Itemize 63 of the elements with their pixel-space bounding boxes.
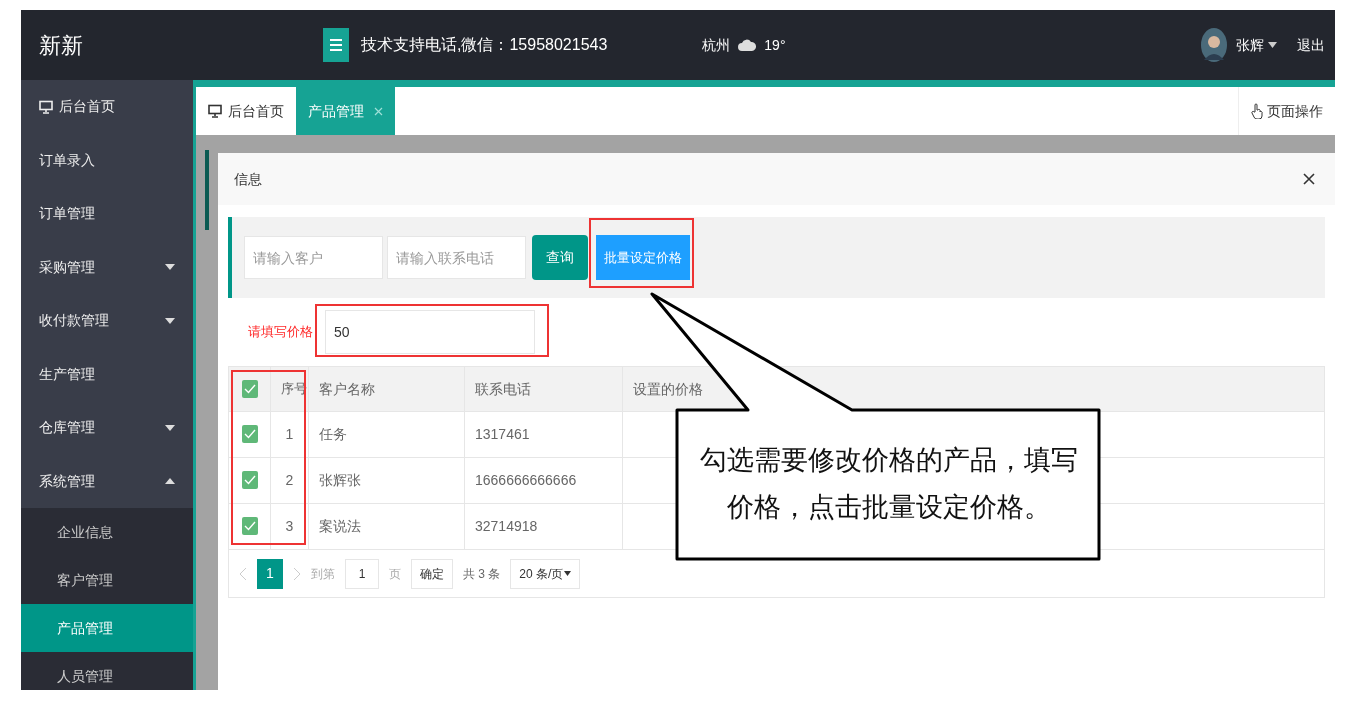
table-cell: 3	[270, 503, 309, 550]
checkbox[interactable]	[241, 379, 258, 398]
callout-text: 勾选需要修改价格的产品，填写价格，点击批量设定价格。	[699, 443, 1079, 524]
sidebar-item[interactable]: 订单录入	[21, 133, 193, 187]
hand-icon	[1251, 103, 1263, 119]
monitor-icon	[39, 99, 53, 114]
sidebar-item[interactable]: 收付款管理	[21, 294, 193, 348]
checkbox[interactable]	[241, 471, 258, 489]
table-cell: 32714918	[464, 503, 623, 550]
caret-icon	[165, 317, 175, 324]
city-text: 杭州	[702, 35, 731, 55]
app-logo: 新新	[38, 31, 84, 60]
total-count: 共 3 条	[463, 565, 501, 583]
monitor-icon	[208, 104, 222, 118]
menu-icon	[330, 39, 342, 51]
caret-icon	[564, 571, 572, 576]
dialog-title: 信息	[234, 169, 262, 189]
table-cell: 案说法	[308, 503, 465, 550]
page-unit-label: 页	[389, 565, 401, 583]
caret-icon	[165, 478, 175, 485]
table-cell: 1317461	[464, 411, 623, 458]
submenu-item[interactable]: 客户管理	[21, 556, 193, 604]
submenu-item[interactable]: 人员管理	[21, 652, 193, 690]
table-cell: 张辉张	[308, 457, 465, 504]
caret-icon	[165, 264, 175, 271]
temperature-text: 19°	[764, 35, 786, 55]
customer-field[interactable]: 请输入客户	[244, 236, 383, 279]
menu-button[interactable]	[323, 28, 349, 62]
checkbox[interactable]	[241, 517, 258, 535]
page-number-field[interactable]: 1	[345, 558, 379, 589]
page-button[interactable]: 1	[257, 558, 283, 589]
price-field[interactable]: 50	[325, 310, 535, 354]
sidebar-item[interactable]: 生产管理	[21, 347, 193, 401]
cloud-icon	[738, 39, 757, 51]
support-text: 技术支持电话,微信：15958021543	[361, 35, 608, 55]
table-cell: 2	[270, 457, 309, 504]
logout-link[interactable]: 退出	[1297, 34, 1325, 56]
phone-field[interactable]: 请输入联系电话	[387, 236, 526, 279]
checkbox[interactable]	[241, 425, 258, 443]
next-icon[interactable]	[293, 566, 301, 581]
submenu-item[interactable]: 产品管理	[21, 604, 193, 652]
caret-icon	[1268, 42, 1277, 48]
submenu-item[interactable]: 企业信息	[21, 508, 193, 556]
confirm-button[interactable]: 确定	[411, 558, 453, 589]
close-icon[interactable]	[1303, 173, 1315, 185]
sidebar-item[interactable]: 后台首页	[21, 80, 193, 134]
page-size-select[interactable]: 20 条/页	[510, 558, 581, 589]
column-header: 客户名称	[308, 366, 465, 412]
table-cell: 1666666666666	[464, 457, 623, 504]
table-cell: 1	[270, 411, 309, 458]
sidebar-item[interactable]: 系统管理	[21, 454, 193, 508]
avatar[interactable]	[1200, 27, 1228, 63]
sidebar-item[interactable]: 采购管理	[21, 240, 193, 294]
sidebar-item[interactable]: 订单管理	[21, 187, 193, 241]
sidebar-item[interactable]: 仓库管理	[21, 401, 193, 455]
price-label: 请填写价格	[248, 323, 313, 342]
previous-icon[interactable]	[239, 566, 247, 581]
column-header: 联系电话	[464, 366, 623, 412]
table-cell: 任务	[308, 411, 465, 458]
goto-label: 到第	[311, 565, 335, 583]
query-button[interactable]: 查询	[532, 235, 588, 280]
user-menu[interactable]: 张辉	[1236, 34, 1277, 56]
caret-icon	[165, 424, 175, 431]
